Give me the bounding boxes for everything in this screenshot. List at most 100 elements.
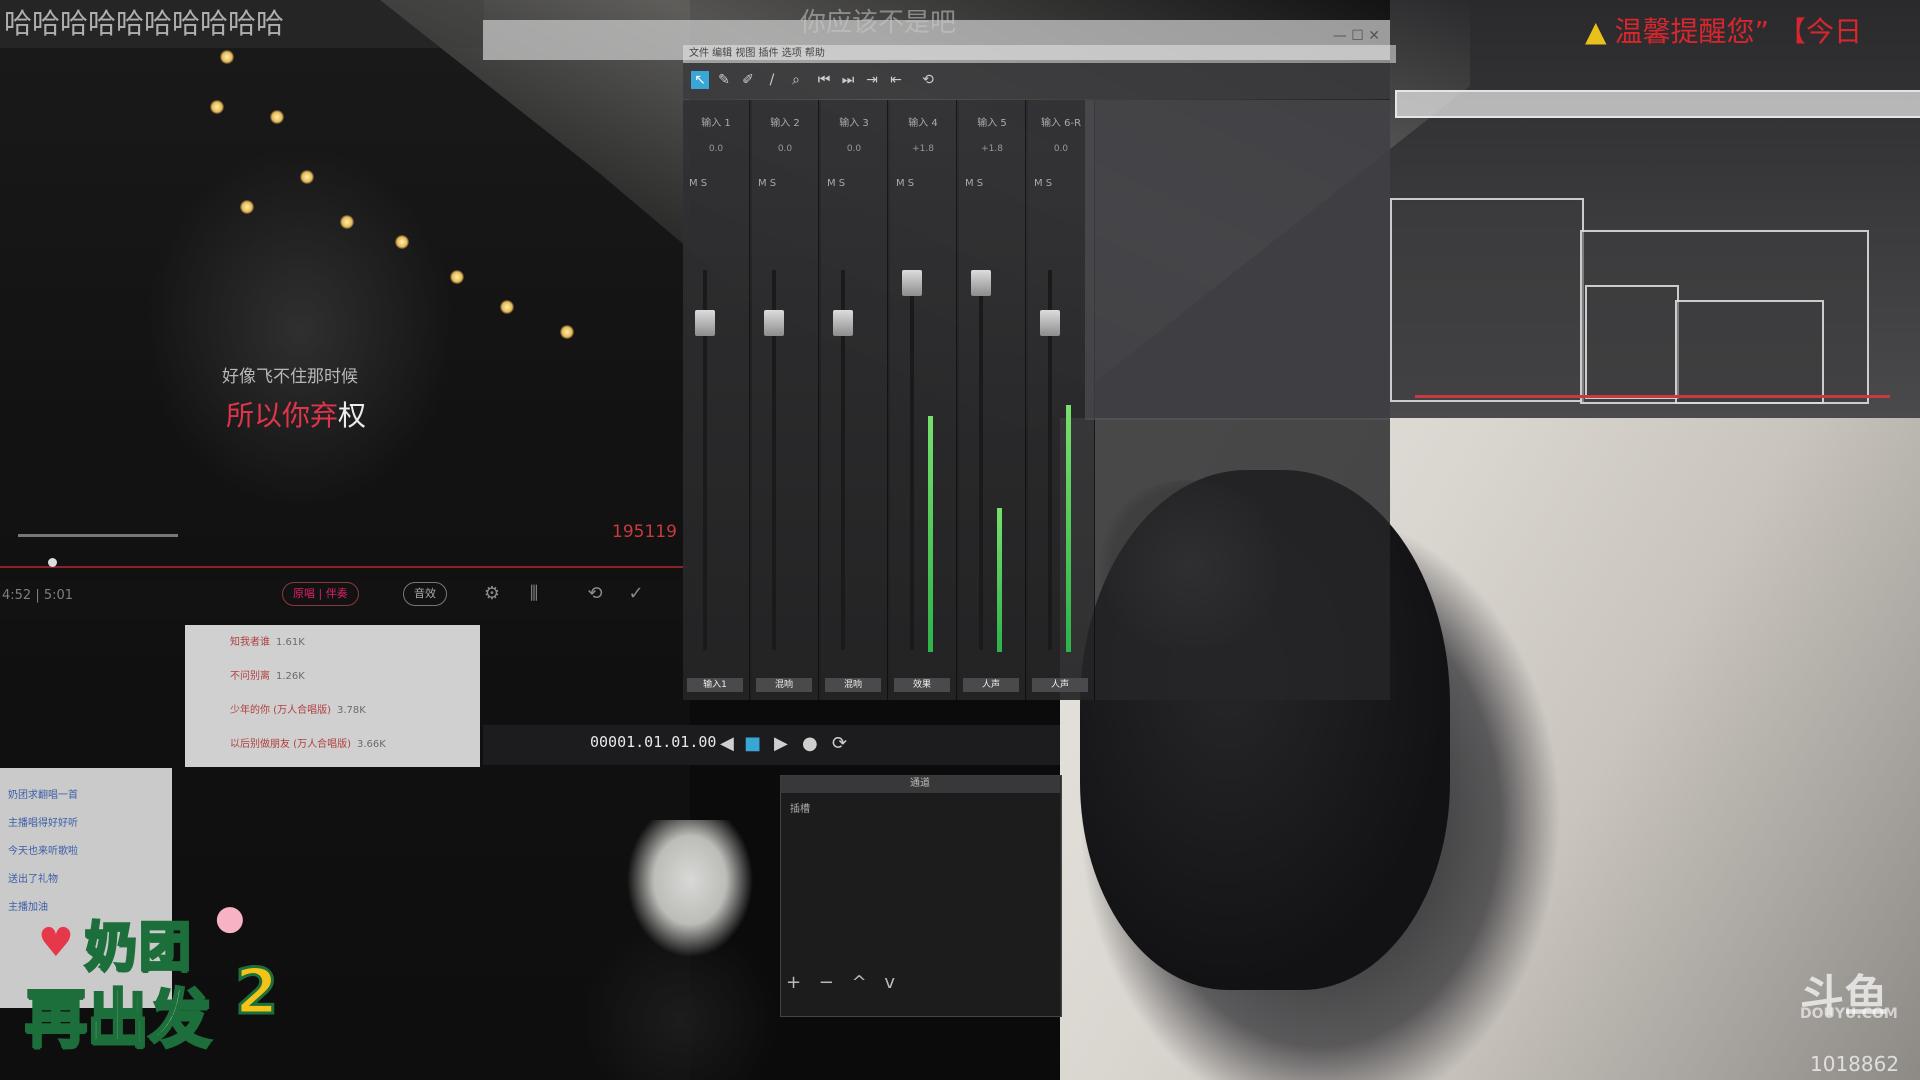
channel-label: 人声 [1032,678,1088,692]
loop-icon[interactable]: ⟲ [583,582,607,606]
select-tool-icon[interactable]: ↖ [691,71,709,89]
fader-handle[interactable] [764,310,784,336]
nested-window-3 [1585,285,1679,399]
level-meter [928,416,933,652]
nested-progress-bar [1415,395,1890,398]
channel-pan[interactable]: 0.0 [693,144,739,156]
fader-handle[interactable] [971,270,991,296]
channel-label: 混响 [756,678,812,692]
daw-toolbar: ↖ ✎ ✐ / ⌕ ⏮ ⏭ ⇥ ⇤ ⟲ [683,63,1390,99]
score-display: 195119 [612,522,677,542]
rewind-icon[interactable]: ◀ [720,733,734,754]
fader-track [910,270,914,650]
window-controls[interactable]: — ☐ ✕ [1333,28,1380,44]
channel-label: 人声 [963,678,1019,692]
daw-menubar[interactable]: 文件 编辑 视图 插件 选项 帮助 [683,45,1396,63]
channel-pan[interactable]: +1.8 [900,144,946,156]
stream-title: 哈哈哈哈哈哈哈哈哈哈 [0,0,484,48]
channel-pan[interactable]: +1.8 [969,144,1015,156]
skip-end-icon[interactable]: ⏭ [839,71,857,89]
stop-button[interactable]: ■ [744,733,761,754]
nested-window-1 [1390,198,1584,402]
song-list: 知我者谁 1.61K 不问别离 1.26K 少年的你 (万人合唱版) 3.78K 以后… [185,625,480,767]
chat-message: 主播唱得好好听 [8,818,78,829]
channel-name: 输入 4 [908,118,938,129]
fader-handle[interactable] [833,310,853,336]
original-accompaniment-toggle[interactable]: 原唱 | 伴奏 [282,582,359,606]
heart-icon: ♥ [38,920,74,966]
level-meter [1066,405,1071,652]
mixer-channel-strip: 输入 5 +1.8 M S 人声 [959,100,1026,700]
effects-button[interactable]: 音效 [403,582,447,606]
song-time: 4:52 | 5:01 [2,588,74,603]
chat-message: 送出了礼物 [8,874,58,885]
mute-solo-buttons[interactable]: M S [896,178,914,189]
mixer-right-section [1085,100,1390,420]
line-tool-icon[interactable]: / [763,71,781,89]
channel-pan[interactable]: 0.0 [762,144,808,156]
channel-label: 输入1 [687,678,743,692]
channel-name: 输入 2 [770,118,800,129]
lyric-sung: 所以你弃 [226,399,339,432]
warning-text: 温馨提醒您” 【今日 [1614,15,1862,48]
list-item[interactable]: 不问别离 1.26K [230,667,305,682]
snap-icon[interactable]: ⟲ [919,71,937,89]
mute-solo-buttons[interactable]: M S [1034,178,1052,189]
lyric-current: 所以你弃权 [226,394,366,434]
fader-handle[interactable] [695,310,715,336]
karaoke-window [0,48,690,628]
guest-camera [560,820,800,1080]
mute-solo-buttons[interactable]: M S [758,178,776,189]
logo-text-line2: 再出发 [23,981,212,1057]
logo-number: 2 [233,954,279,1030]
mixer-channel-strip: 输入 2 0.0 M S 混响 [752,100,819,700]
channel-name: 输入 1 [701,118,731,129]
record-button[interactable]: ● [802,733,818,754]
volume-slider[interactable] [18,534,178,537]
skip-start-icon[interactable]: ⏮ [815,71,833,89]
channel-label: 混响 [825,678,881,692]
split-icon[interactable]: ⇥ [863,71,881,89]
level-meter [997,508,1002,652]
list-item[interactable]: 少年的你 (万人合唱版) 3.78K [230,701,366,716]
loop-button[interactable]: ⟳ [832,733,847,754]
lyric-unsung: 权 [338,399,367,432]
equalizer-icon[interactable]: ⫼ [522,582,546,606]
timecode-display: 00001.01.01.00 [590,733,717,751]
effects-panel-controls[interactable]: + − ^ v [786,972,901,993]
pig-icon: ● [215,898,245,938]
progress-handle[interactable] [48,558,57,567]
channel-pan[interactable]: 0.0 [1038,144,1084,156]
nested-window-4 [1675,300,1824,404]
brush-tool-icon[interactable]: ✐ [739,71,757,89]
mixer-channel-strip: 输入 4 +1.8 M S 效果 [890,100,957,700]
channel-label: 效果 [894,678,950,692]
warning-banner: ▲ 温馨提醒您” 【今日 [1585,10,1862,50]
check-icon[interactable]: ✓ [624,582,648,606]
channel-name: 输入 5 [977,118,1007,129]
effects-slot[interactable]: 插槽 [790,800,810,815]
settings-icon[interactable]: ⚙ [480,582,504,606]
zoom-tool-icon[interactable]: ⌕ [787,71,805,89]
list-item[interactable]: 知我者谁 1.61K [230,633,305,648]
warning-icon: ▲ [1585,15,1607,48]
mixer-channel-strip: 输入 3 0.0 M S 混响 [821,100,888,700]
mixer-channel-strip: 输入 1 0.0 M S 输入1 [683,100,750,700]
fader-handle[interactable] [1040,310,1060,336]
marker-icon[interactable]: ⇤ [887,71,905,89]
play-button[interactable]: ▶ [774,733,788,754]
mute-solo-buttons[interactable]: M S [827,178,845,189]
fader-handle[interactable] [902,270,922,296]
lyric-previous: 好像飞不住那时候 [222,367,358,387]
effects-panel-header: 通道 [780,775,1060,793]
channel-name: 输入 3 [839,118,869,129]
mute-solo-buttons[interactable]: M S [689,178,707,189]
platform-url: DOUYU.COM [1800,1006,1898,1022]
pencil-tool-icon[interactable]: ✎ [715,71,733,89]
room-id: 1018862 [1810,1052,1900,1076]
list-item[interactable]: 以后别做朋友 (万人合唱版) 3.66K [230,735,386,750]
song-progress-bar[interactable] [0,566,690,568]
nested-titlebar [1395,90,1920,118]
channel-pan[interactable]: 0.0 [831,144,877,156]
mute-solo-buttons[interactable]: M S [965,178,983,189]
